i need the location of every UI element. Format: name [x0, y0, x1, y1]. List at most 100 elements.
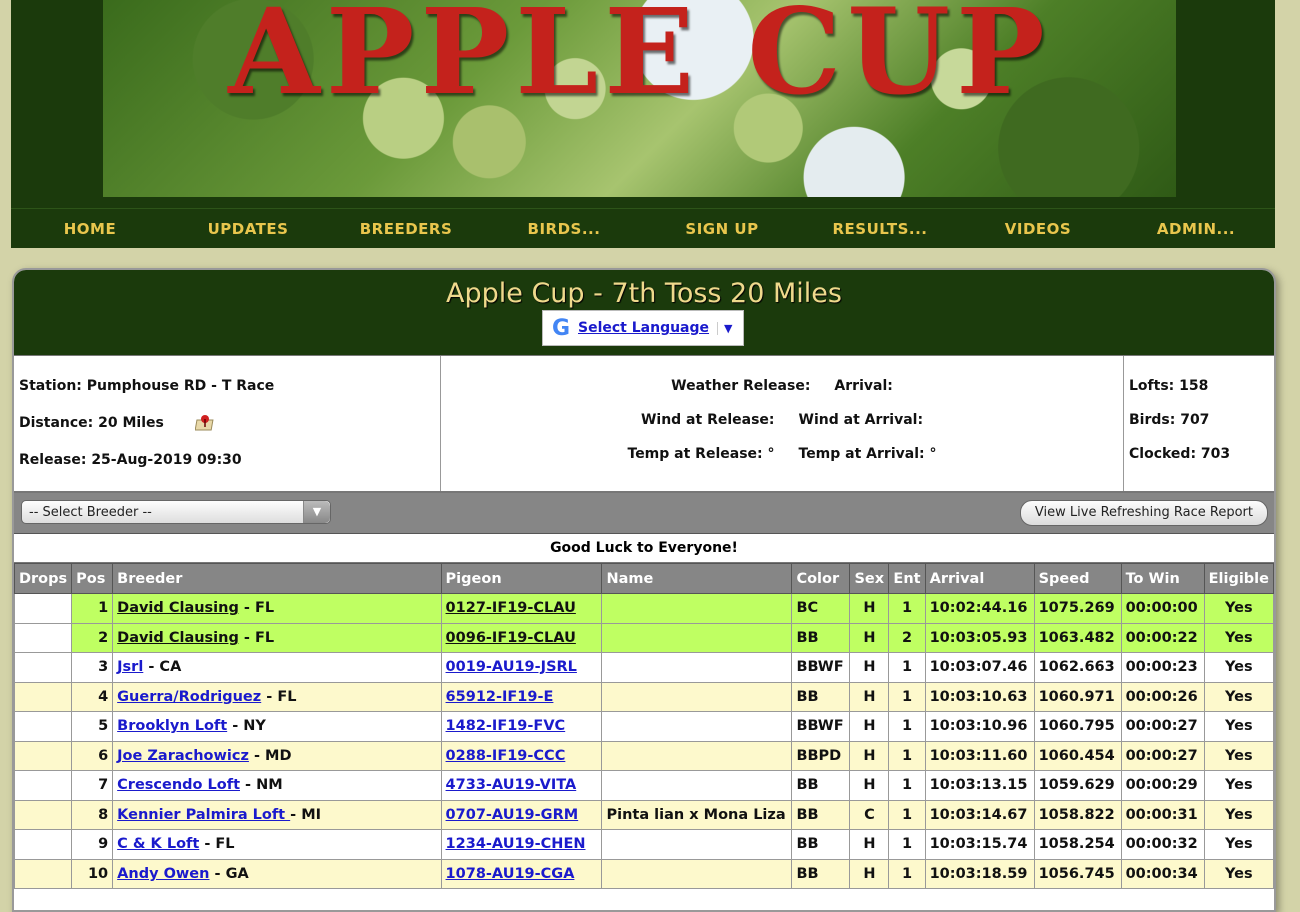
breeder-link[interactable]: Andy Owen: [117, 866, 209, 882]
sex-cell: H: [849, 711, 890, 742]
chevron-down-icon[interactable]: ▼: [303, 501, 330, 523]
breeder-link[interactable]: David Clausing: [117, 600, 239, 616]
nav-updates[interactable]: UPDATES: [169, 209, 327, 248]
pigeon-cell: 0127-IF19-CLAU: [440, 593, 603, 624]
nav-breeders[interactable]: BREEDERS: [327, 209, 485, 248]
breeder-state: - NM: [240, 777, 283, 794]
pos-cell: 10: [71, 858, 114, 889]
eligible-cell: Yes: [1203, 858, 1274, 889]
pigeon-link[interactable]: 0019-AU19-JSRL: [446, 659, 577, 675]
drops-cell: [14, 858, 73, 889]
breeder-cell: Joe Zarachowicz - MD: [112, 740, 442, 771]
eligible-cell: Yes: [1203, 652, 1274, 683]
col-breeder: Breeder: [112, 563, 442, 594]
color-cell: BC: [791, 593, 851, 624]
col-to-win: To Win: [1120, 563, 1205, 594]
eligible-cell: Yes: [1203, 681, 1274, 712]
pigeon-link[interactable]: 1482-IF19-FVC: [446, 718, 566, 734]
pos-cell: 5: [71, 711, 114, 742]
chevron-down-icon[interactable]: ▼: [717, 321, 733, 335]
ent-cell: 2: [888, 622, 926, 653]
pos-cell: 8: [71, 799, 114, 830]
col-eligible: Eligible: [1203, 563, 1274, 594]
table-row: 3 Jsrl - CA 0019-AU19-JSRL BBWF H 1 10:03:07.4…: [14, 652, 1274, 683]
results-toolbar: -- Select Breeder -- ▼ View Live Refresh…: [14, 493, 1274, 534]
language-selector[interactable]: G Select Language ▼: [542, 310, 744, 346]
breeder-link[interactable]: Guerra/Rodriguez: [117, 689, 261, 705]
breeder-link[interactable]: Kennier Palmira Loft: [117, 807, 290, 823]
nav-admin[interactable]: ADMIN...: [1117, 209, 1275, 248]
race-panel: Apple Cup - 7th Toss 20 Miles G Select L…: [12, 268, 1276, 912]
col-sex: Sex: [849, 563, 890, 594]
weather-release-label: Weather Release:: [671, 378, 811, 394]
pigeon-link[interactable]: 0127-IF19-CLAU: [446, 600, 576, 616]
breeder-link[interactable]: David Clausing: [117, 630, 239, 646]
breeder-link[interactable]: Joe Zarachowicz: [117, 748, 249, 764]
pigeon-cell: 1234-AU19-CHEN: [440, 829, 603, 860]
pigeon-link[interactable]: 1078-AU19-CGA: [446, 866, 575, 882]
pos-cell: 6: [71, 740, 114, 771]
nav-videos[interactable]: VIDEOS: [959, 209, 1117, 248]
col-color: Color: [791, 563, 851, 594]
breeder-cell: Kennier Palmira Loft - MI: [112, 799, 442, 830]
breeder-link[interactable]: Brooklyn Loft: [117, 718, 227, 734]
race-title: Apple Cup - 7th Toss 20 Miles: [446, 278, 842, 309]
pigeon-cell: 0096-IF19-CLAU: [440, 622, 603, 653]
pigeon-link[interactable]: 0288-IF19-CCC: [446, 748, 566, 764]
breeder-state: - NY: [227, 718, 266, 735]
live-report-button[interactable]: View Live Refreshing Race Report: [1019, 500, 1268, 526]
eligible-cell: Yes: [1203, 770, 1274, 801]
name-cell: [601, 770, 793, 801]
good-luck-message: Good Luck to Everyone!: [14, 534, 1274, 563]
eligible-cell: Yes: [1203, 740, 1274, 771]
pigeon-link[interactable]: 0707-AU19-GRM: [446, 807, 579, 823]
breeder-cell: David Clausing - FL: [112, 593, 442, 624]
race-weather-info: Weather Release: Arrival: Wind at Releas…: [441, 356, 1124, 491]
eligible-cell: Yes: [1203, 593, 1274, 624]
pigeon-link[interactable]: 0096-IF19-CLAU: [446, 630, 576, 646]
nav-results[interactable]: RESULTS...: [801, 209, 959, 248]
breeder-link[interactable]: C & K Loft: [117, 836, 199, 852]
breeder-select-value: -- Select Breeder --: [29, 505, 152, 520]
breeder-link[interactable]: Jsrl: [117, 659, 143, 675]
pigeon-cell: 1078-AU19-CGA: [440, 858, 603, 889]
pigeon-link[interactable]: 65912-IF19-E: [446, 689, 554, 705]
wind-arrival-label: Wind at Arrival:: [798, 412, 924, 428]
arrival-cell: 10:03:13.15: [924, 770, 1035, 801]
sex-cell: H: [849, 770, 890, 801]
pigeon-cell: 4733-AU19-VITA: [440, 770, 603, 801]
table-row: 2 David Clausing - FL 0096-IF19-CLAU BB H 2 10…: [14, 622, 1274, 653]
map-pin-icon[interactable]: [194, 414, 217, 432]
pigeon-link[interactable]: 4733-AU19-VITA: [446, 777, 577, 793]
wind-release-label: Wind at Release:: [640, 412, 775, 428]
breeder-select[interactable]: -- Select Breeder -- ▼: [21, 500, 331, 524]
name-cell: [601, 829, 793, 860]
ent-cell: 1: [888, 711, 926, 742]
table-row: 4 Guerra/Rodriguez - FL 65912-IF19-E BB H 1 10…: [14, 681, 1274, 712]
name-cell: [601, 858, 793, 889]
breeder-link[interactable]: Crescendo Loft: [117, 777, 240, 793]
pos-cell: 4: [71, 681, 114, 712]
breeder-state: - FL: [238, 600, 275, 617]
nav-birds[interactable]: BIRDS...: [485, 209, 643, 248]
nav-home[interactable]: HOME: [11, 209, 169, 248]
to-win-cell: 00:00:27: [1120, 740, 1205, 771]
breeder-cell: Andy Owen - GA: [112, 858, 442, 889]
drops-cell: [14, 593, 73, 624]
drops-cell: [14, 622, 73, 653]
nav-sign-up[interactable]: SIGN UP: [643, 209, 801, 248]
table-row: 1 David Clausing - FL 0127-IF19-CLAU BC H 1 10…: [14, 593, 1274, 624]
sex-cell: H: [849, 593, 890, 624]
sex-cell: H: [849, 681, 890, 712]
color-cell: BBWF: [791, 711, 851, 742]
select-language-link[interactable]: Select Language: [578, 320, 709, 336]
breeder-cell: Crescendo Loft - NM: [112, 770, 442, 801]
birds-count: Birds: 707: [1129, 412, 1210, 428]
name-cell: [601, 740, 793, 771]
arrival-cell: 10:03:14.67: [924, 799, 1035, 830]
to-win-cell: 00:00:31: [1120, 799, 1205, 830]
eligible-cell: Yes: [1203, 799, 1274, 830]
color-cell: BB: [791, 622, 851, 653]
pigeon-link[interactable]: 1234-AU19-CHEN: [446, 836, 586, 852]
to-win-cell: 00:00:00: [1120, 593, 1205, 624]
